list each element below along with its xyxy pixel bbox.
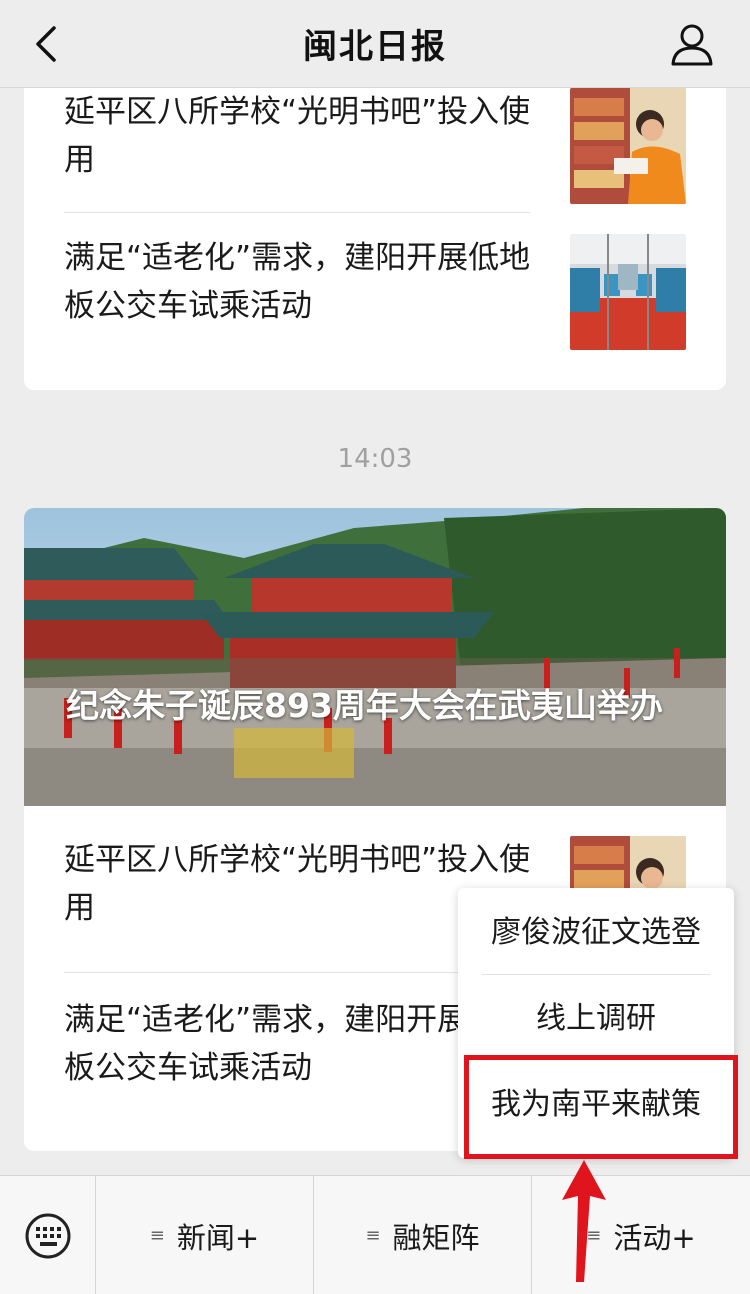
arrow-up-icon <box>562 1160 606 1282</box>
menu-lines-icon: ≡ <box>365 1225 381 1246</box>
menu-lines-icon: ≡ <box>149 1225 165 1246</box>
hero-article[interactable]: 纪念朱子诞辰893周年大会在武夷山举办 <box>24 508 726 806</box>
news-item[interactable]: 满足“适老化”需求，建阳开展低地板公交车试乘活动 <box>64 234 686 384</box>
menu-tab-news[interactable]: ≡ 新闻+ <box>96 1176 314 1294</box>
news-headline: 延平区八所学校“光明书吧”投入使用 <box>64 94 531 178</box>
news-thumbnail <box>570 88 686 204</box>
menu-tab-label: 融矩阵 <box>392 1220 480 1255</box>
bottom-menu-bar: ≡ 新闻+ ≡ 融矩阵 ≡ 活动+ <box>0 1175 750 1294</box>
article-card-previous: 延平区八所学校“光明书吧”投入使用 满足“适老化”需求，建阳开展低地板公交车试乘… <box>24 60 726 390</box>
submenu-item-survey[interactable]: 线上调研 <box>458 976 734 1062</box>
divider <box>482 974 710 975</box>
news-item[interactable]: 延平区八所学校“光明书吧”投入使用 <box>64 88 686 238</box>
message-timestamp: 14:03 <box>337 444 413 474</box>
submenu-item-essays[interactable]: 廖俊波征文选登 <box>458 890 734 976</box>
news-thumbnail <box>570 234 686 350</box>
menu-tab-matrix[interactable]: ≡ 融矩阵 <box>314 1176 532 1294</box>
keyboard-icon <box>25 1213 70 1258</box>
menu-tab-label: 活动+ <box>613 1220 696 1255</box>
profile-icon[interactable] <box>668 20 716 68</box>
hero-image <box>24 508 726 806</box>
keyboard-toggle-button[interactable] <box>0 1176 96 1294</box>
page-title: 闽北日报 <box>303 27 447 67</box>
back-arrow-icon[interactable] <box>28 22 68 66</box>
news-headline: 满足“适老化”需求，建阳开展低地板公交车试乘活动 <box>64 240 531 324</box>
highlight-box <box>464 1055 738 1159</box>
hero-caption: 纪念朱子诞辰893周年大会在武夷山举办 <box>66 686 663 725</box>
menu-tab-label: 新闻+ <box>176 1220 260 1255</box>
divider <box>64 212 530 213</box>
top-nav-bar: 闽北日报 <box>0 0 750 88</box>
